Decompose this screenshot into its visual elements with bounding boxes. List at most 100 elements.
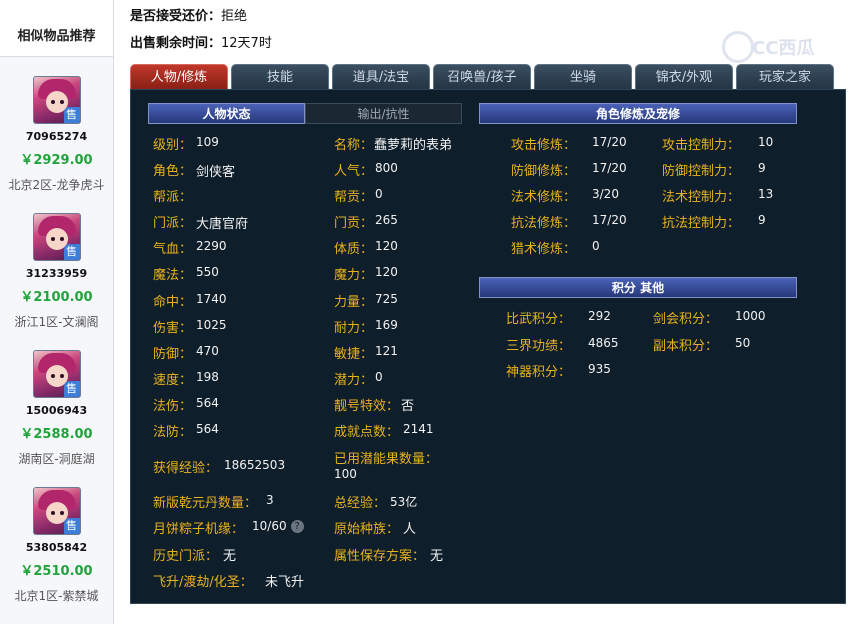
extra-value: 53亿 [390, 495, 418, 509]
stat-value: 198 [196, 370, 219, 384]
stat-label: 人气： [334, 164, 374, 179]
header-points-other: 积分 其他 [479, 277, 797, 298]
extra-value: 10/60? [252, 519, 304, 533]
extra-value: 人 [403, 522, 417, 537]
tab-summons-children[interactable]: 召唤兽/孩子 [433, 64, 531, 89]
item-price: ￥2929.00 [20, 153, 93, 168]
cultivation-value: 17/20 [592, 213, 627, 227]
extra-label: 月饼粽子机缘： [153, 522, 245, 537]
extra-label: 已用潜能果数量： [334, 452, 439, 467]
item-code[interactable]: 70965274 [0, 130, 113, 143]
stat-label: 体质： [334, 242, 374, 257]
character-avatar[interactable]: 售 [32, 487, 81, 535]
sell-badge: 售 [63, 518, 80, 534]
control-value: 9 [758, 161, 766, 175]
stat-value: 0 [375, 370, 383, 384]
bargain-label: 是否接受还价： [130, 9, 222, 24]
watermark-logo-icon [722, 31, 754, 63]
stat-value: 大唐官府 [196, 217, 249, 232]
extra-value: 未飞升 [265, 575, 305, 590]
similar-item-card[interactable]: 售 53805842 ￥2510.00 北京1区-紫禁城 [0, 487, 113, 604]
extra-value: 无 [223, 549, 237, 564]
similar-item-card[interactable]: 售 70965274 ￥2929.00 北京2区-龙争虎斗 [0, 76, 113, 193]
stat-label: 法防： [153, 425, 193, 440]
header-character-status[interactable]: 人物状态 [148, 103, 305, 124]
stat-label: 靓号特效： [334, 399, 400, 414]
extra-label: 原始种族： [334, 522, 400, 537]
item-server: 北京2区-龙争虎斗 [8, 178, 105, 192]
tab-outfits[interactable]: 锦衣/外观 [635, 64, 733, 89]
stat-label: 法伤： [153, 399, 193, 414]
stat-label: 门贡： [334, 216, 374, 231]
cultivation-value: 17/20 [592, 161, 627, 175]
stat-value: 120 [375, 239, 398, 253]
stat-value: 否 [401, 399, 415, 414]
points-label: 剑会积分： [653, 312, 719, 327]
item-server: 湖南区-洞庭湖 [18, 452, 95, 466]
stat-value: 121 [375, 344, 398, 358]
extra-label: 总经验： [334, 496, 387, 511]
stat-label: 力量： [334, 295, 374, 310]
cultivation-value: 17/20 [592, 135, 627, 149]
cultivation-label: 防御修炼： [511, 164, 577, 179]
control-value: 13 [758, 187, 774, 201]
stat-label: 防御： [153, 347, 193, 362]
stat-value: 169 [375, 318, 398, 332]
stat-value: 剑侠客 [196, 165, 236, 180]
extra-label: 获得经验： [153, 461, 219, 476]
stat-label: 级别： [153, 138, 193, 153]
tab-items-treasures[interactable]: 道具/法宝 [332, 64, 430, 89]
stat-value: 0 [375, 187, 383, 201]
stat-label: 魔法： [153, 268, 193, 283]
tab-mounts[interactable]: 坐骑 [534, 64, 632, 89]
character-avatar[interactable]: 售 [32, 76, 81, 124]
cultivation-label: 攻击修炼： [511, 138, 577, 153]
character-avatar[interactable]: 售 [32, 213, 81, 261]
extra-value: 无 [430, 549, 444, 564]
control-label: 法术控制力： [662, 190, 741, 205]
stat-label: 耐力： [334, 321, 374, 336]
stat-value: 120 [375, 265, 398, 279]
item-price: ￥2510.00 [20, 564, 93, 579]
control-label: 抗法控制力： [662, 216, 741, 231]
item-server: 浙江1区-文澜阁 [14, 315, 99, 329]
stat-label: 速度： [153, 373, 193, 388]
stat-label: 帮派： [153, 190, 193, 205]
item-code[interactable]: 31233959 [0, 267, 113, 280]
help-icon[interactable]: ? [290, 520, 304, 533]
control-value: 9 [758, 213, 766, 227]
similar-item-card[interactable]: 售 15006943 ￥2588.00 湖南区-洞庭湖 [0, 350, 113, 467]
item-server: 北京1区-紫禁城 [14, 589, 99, 603]
stat-value: 725 [375, 292, 398, 306]
cultivation-label: 抗法修炼： [511, 216, 577, 231]
header-output-resistance[interactable]: 输出/抗性 [305, 103, 462, 124]
points-label: 比武积分： [506, 312, 572, 327]
tab-skills[interactable]: 技能 [231, 64, 329, 89]
remaining-time-value: 12天7时 [221, 36, 272, 51]
stat-label: 帮贡： [334, 190, 374, 205]
tab-player-home[interactable]: 玩家之家 [736, 64, 834, 89]
points-value: 4865 [588, 336, 619, 350]
control-value: 10 [758, 135, 774, 149]
points-label: 三界功绩： [506, 339, 572, 354]
similar-item-card[interactable]: 售 31233959 ￥2100.00 浙江1区-文澜阁 [0, 213, 113, 330]
item-code[interactable]: 53805842 [0, 541, 113, 554]
character-avatar[interactable]: 售 [32, 350, 81, 398]
points-value: 50 [735, 336, 751, 350]
stat-label: 敏捷： [334, 347, 374, 362]
item-price: ￥2100.00 [20, 290, 93, 305]
stat-label: 伤害： [153, 321, 193, 336]
bargain-info: 是否接受还价：拒绝 [130, 5, 247, 24]
stat-label: 气血： [153, 242, 193, 257]
cultivation-label: 猎术修炼： [511, 242, 577, 257]
control-label: 防御控制力： [662, 164, 741, 179]
stat-label: 命中： [153, 295, 193, 310]
stat-value: 800 [375, 161, 398, 175]
sell-badge: 售 [63, 107, 80, 123]
item-code[interactable]: 15006943 [0, 404, 113, 417]
control-label: 攻击控制力： [662, 138, 741, 153]
stat-label: 魔力： [334, 268, 374, 283]
character-panel: 人物状态 输出/抗性 角色修炼及宠修 积分 其他 级别： 109 角色： 剑侠客 帮… [130, 89, 846, 604]
tab-character-cultivation[interactable]: 人物/修炼 [130, 64, 228, 89]
stat-value: 265 [375, 213, 398, 227]
